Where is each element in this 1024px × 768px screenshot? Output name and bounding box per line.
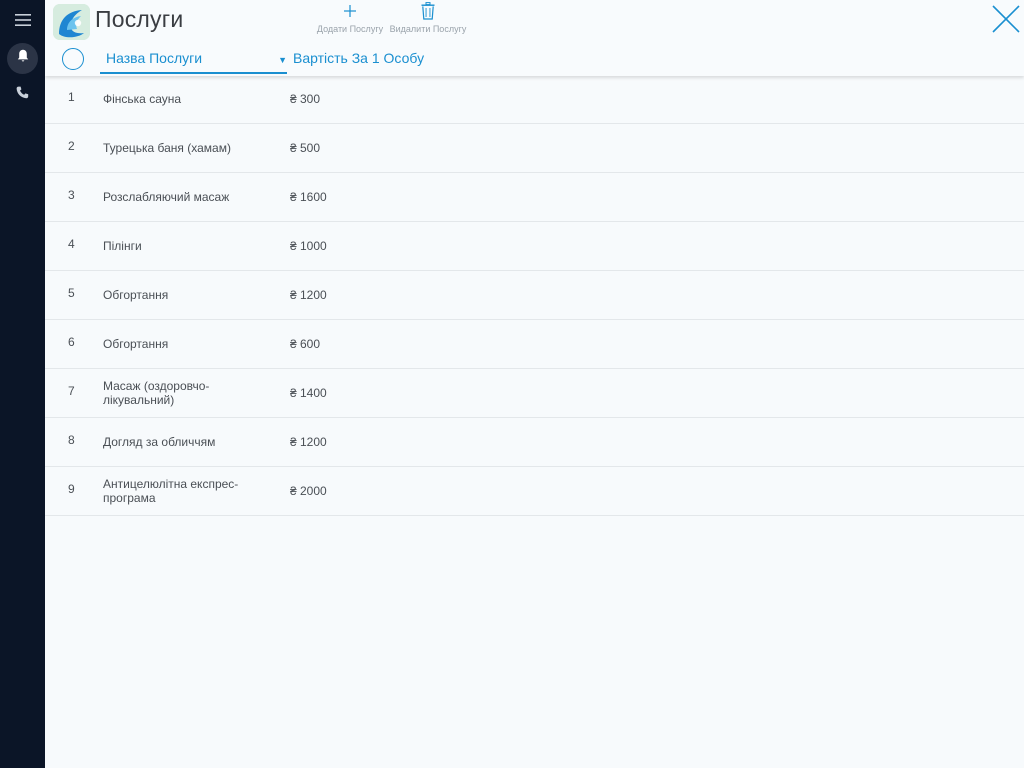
column-header-name-label: Назва Послуги xyxy=(106,50,203,66)
row-number: 3 xyxy=(68,188,75,202)
row-number: 1 xyxy=(68,90,75,104)
table-row[interactable]: 8 Догляд за обличчям ₴ 1200 xyxy=(45,418,1024,467)
row-number: 8 xyxy=(68,433,75,447)
menu-icon xyxy=(14,13,31,32)
service-name: Пілінги xyxy=(103,239,142,253)
service-name: Обгортання xyxy=(103,337,169,351)
service-price: ₴ 1200 xyxy=(290,288,327,302)
table-row[interactable]: 1 Фінська сауна ₴ 300 xyxy=(45,75,1024,124)
row-number: 4 xyxy=(68,237,75,251)
select-all-checkbox[interactable] xyxy=(62,48,84,70)
main-panel: Послуги Додати Послугу Видалити Послугу … xyxy=(45,0,1024,768)
column-header-price[interactable]: Вартість За 1 Особу xyxy=(293,50,424,66)
service-price: ₴ 500 xyxy=(290,141,321,155)
service-name: Догляд за обличчям xyxy=(103,435,216,449)
service-price: ₴ 1000 xyxy=(290,239,327,253)
service-price: ₴ 1400 xyxy=(290,386,327,400)
trash-icon xyxy=(421,1,435,25)
left-sidebar xyxy=(0,0,45,768)
bell-icon xyxy=(17,49,29,68)
column-header-name[interactable]: Назва Послуги ▼ xyxy=(100,46,287,74)
row-number: 7 xyxy=(68,384,75,398)
row-number: 6 xyxy=(68,335,75,349)
table-row[interactable]: 9 Антицелюлітна експрес-програма ₴ 2000 xyxy=(45,467,1024,516)
service-name: Обгортання xyxy=(103,288,169,302)
table-row[interactable]: 7 Масаж (оздоровчо-лікувальний) ₴ 1400 xyxy=(45,369,1024,418)
service-name: Фінська сауна xyxy=(103,92,182,106)
page-title: Послуги xyxy=(95,6,184,32)
sort-down-icon: ▼ xyxy=(278,55,287,65)
service-price: ₴ 1600 xyxy=(290,190,327,204)
menu-button[interactable] xyxy=(7,7,38,38)
table-row[interactable]: 3 Розслабляючий масаж ₴ 1600 xyxy=(45,173,1024,222)
page-header: Послуги Додати Послугу Видалити Послугу … xyxy=(45,0,1024,76)
service-price: ₴ 300 xyxy=(290,92,321,106)
service-name: Масаж (оздоровчо-лікувальний) xyxy=(103,379,210,407)
delete-service-label: Видалити Послугу xyxy=(389,24,467,34)
close-button[interactable] xyxy=(990,3,1022,35)
notifications-button[interactable] xyxy=(7,43,38,74)
services-table-body: 1 Фінська сауна ₴ 300 2 Турецька баня (хамам… xyxy=(45,75,1024,516)
plus-icon xyxy=(343,4,357,23)
app-logo xyxy=(53,4,90,40)
row-number: 5 xyxy=(68,286,75,300)
service-price: ₴ 1200 xyxy=(290,435,327,449)
service-price: ₴ 600 xyxy=(290,337,321,351)
table-row[interactable]: 5 Обгортання ₴ 1200 xyxy=(45,271,1024,320)
row-number: 9 xyxy=(68,482,75,496)
add-service-button[interactable]: Додати Послугу xyxy=(311,3,389,34)
table-row[interactable]: 2 Турецька баня (хамам) ₴ 500 xyxy=(45,124,1024,173)
service-name: Розслабляючий масаж xyxy=(103,190,230,204)
table-row[interactable]: 4 Пілінги ₴ 1000 xyxy=(45,222,1024,271)
row-number: 2 xyxy=(68,139,75,153)
table-row[interactable]: 6 Обгортання ₴ 600 xyxy=(45,320,1024,369)
phone-icon xyxy=(16,86,29,104)
delete-service-button[interactable]: Видалити Послугу xyxy=(388,1,468,34)
close-icon xyxy=(990,5,1022,39)
add-service-label: Додати Послугу xyxy=(316,24,384,34)
service-name: Турецька баня (хамам) xyxy=(103,141,231,155)
service-price: ₴ 2000 xyxy=(290,484,327,498)
service-name: Антицелюлітна експрес-програма xyxy=(103,477,239,505)
phone-button[interactable] xyxy=(7,79,38,110)
